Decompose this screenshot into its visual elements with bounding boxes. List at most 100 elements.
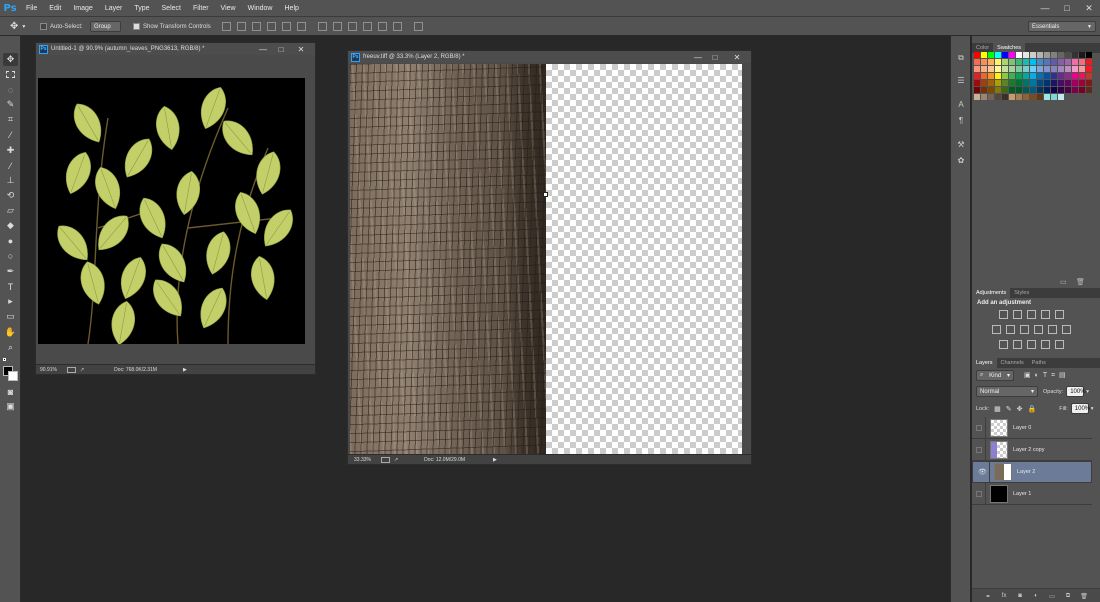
distribute-left-icon[interactable]: [363, 22, 372, 31]
paragraph-panel-icon[interactable]: ¶: [955, 114, 967, 126]
swatch[interactable]: [995, 80, 1001, 86]
swatch[interactable]: [988, 80, 994, 86]
swatch[interactable]: [1079, 66, 1085, 72]
swatch[interactable]: [1030, 87, 1036, 93]
swatch[interactable]: [1023, 94, 1029, 100]
swatch[interactable]: [1086, 52, 1092, 58]
swatch[interactable]: [1051, 52, 1057, 58]
menu-help[interactable]: Help: [279, 5, 305, 12]
swatch[interactable]: [1058, 80, 1064, 86]
swatch[interactable]: [995, 73, 1001, 79]
swatch[interactable]: [1016, 73, 1022, 79]
quick-mask-icon[interactable]: ◙: [3, 385, 18, 398]
hand-tool-icon[interactable]: ✋: [3, 326, 18, 339]
swatch[interactable]: [1086, 66, 1092, 72]
brush-tool-icon[interactable]: ⁄: [3, 159, 18, 172]
menu-layer[interactable]: Layer: [99, 5, 129, 12]
fill-field[interactable]: 100%: [1070, 403, 1090, 414]
swatch[interactable]: [1037, 52, 1043, 58]
chevron-down-icon[interactable]: ▾: [1086, 389, 1089, 395]
move-tool-icon[interactable]: ✥: [3, 53, 18, 66]
swatch[interactable]: [988, 94, 994, 100]
doc-close-button[interactable]: ✕: [294, 43, 308, 55]
swatch[interactable]: [1002, 94, 1008, 100]
swatch[interactable]: [1058, 73, 1064, 79]
channel-mixer-icon[interactable]: [1048, 325, 1057, 334]
visibility-eye-icon[interactable]: [972, 438, 986, 461]
swatch[interactable]: [1030, 73, 1036, 79]
swatch[interactable]: [1037, 66, 1043, 72]
layer-style-icon[interactable]: fx: [1000, 592, 1008, 600]
swatch[interactable]: [1079, 59, 1085, 65]
swatch[interactable]: [1009, 94, 1015, 100]
swatch[interactable]: [1051, 73, 1057, 79]
swatch[interactable]: [1037, 59, 1043, 65]
invert-icon[interactable]: [999, 340, 1008, 349]
hue-saturation-icon[interactable]: [992, 325, 1001, 334]
menu-type[interactable]: Type: [128, 5, 155, 12]
swatch[interactable]: [1051, 80, 1057, 86]
swatch[interactable]: [1072, 87, 1078, 93]
tool-presets-icon[interactable]: ⚒: [955, 138, 967, 150]
tab-paths[interactable]: Paths: [1028, 358, 1050, 368]
swatch[interactable]: [1002, 87, 1008, 93]
history-panel-icon[interactable]: ⧉: [955, 52, 967, 64]
swatch[interactable]: [1065, 80, 1071, 86]
swatch[interactable]: [988, 52, 994, 58]
swatch[interactable]: [1072, 73, 1078, 79]
swatch[interactable]: [981, 52, 987, 58]
swatch[interactable]: [1009, 73, 1015, 79]
swatch[interactable]: [974, 73, 980, 79]
swatch[interactable]: [1023, 66, 1029, 72]
selective-color-icon[interactable]: [1055, 340, 1064, 349]
auto-select-checkbox[interactable]: Auto-Select:: [40, 20, 83, 33]
auto-select-dropdown[interactable]: Group: [90, 21, 121, 32]
swatch[interactable]: [1086, 80, 1092, 86]
swatch[interactable]: [1016, 59, 1022, 65]
swatch[interactable]: [974, 87, 980, 93]
share-icon[interactable]: ↗: [394, 457, 398, 463]
brightness-contrast-icon[interactable]: [999, 310, 1008, 319]
swatch[interactable]: [995, 59, 1001, 65]
trash-icon[interactable]: 🗑: [1076, 278, 1085, 286]
swatch[interactable]: [1044, 94, 1050, 100]
doc-minimize-button[interactable]: —: [256, 43, 270, 55]
swatch[interactable]: [974, 66, 980, 72]
swatch[interactable]: [1002, 52, 1008, 58]
swatch[interactable]: [1002, 59, 1008, 65]
visibility-eye-icon[interactable]: [972, 416, 986, 439]
swatch[interactable]: [1044, 52, 1050, 58]
character-panel-icon[interactable]: A: [955, 98, 967, 110]
swatch[interactable]: [1009, 66, 1015, 72]
lock-icons[interactable]: ▦✎✥🔒: [994, 405, 1041, 413]
swatch[interactable]: [988, 87, 994, 93]
posterize-icon[interactable]: [1013, 340, 1022, 349]
swatch[interactable]: [1023, 59, 1029, 65]
clone-stamp-tool-icon[interactable]: ⊥: [3, 174, 18, 187]
swatch[interactable]: [974, 52, 980, 58]
swatch[interactable]: [1044, 80, 1050, 86]
swatch[interactable]: [1016, 87, 1022, 93]
swatch[interactable]: [1079, 52, 1085, 58]
distribute-vcenter-icon[interactable]: [333, 22, 342, 31]
zoom-level[interactable]: 90.91%: [40, 367, 57, 373]
rectangle-tool-icon[interactable]: ▭: [3, 310, 18, 323]
zoom-level[interactable]: 33.33%: [354, 457, 371, 463]
dodge-tool-icon[interactable]: ○: [3, 249, 18, 262]
paint-bucket-tool-icon[interactable]: ◆: [3, 219, 18, 232]
black-white-icon[interactable]: [1020, 325, 1029, 334]
swatch[interactable]: [981, 66, 987, 72]
swatch[interactable]: [1051, 87, 1057, 93]
swatch[interactable]: [1079, 87, 1085, 93]
path-select-tool-icon[interactable]: ▸: [3, 295, 18, 308]
menu-edit[interactable]: Edit: [43, 5, 67, 12]
canvas-bark[interactable]: [350, 64, 742, 456]
status-menu-arrow-icon[interactable]: ▶: [493, 457, 497, 463]
swatch[interactable]: [1086, 87, 1092, 93]
swatch[interactable]: [1030, 94, 1036, 100]
menu-file[interactable]: File: [20, 5, 43, 12]
swatch[interactable]: [1072, 59, 1078, 65]
align-vcenter-icon[interactable]: [237, 22, 246, 31]
tab-adjustments[interactable]: Adjustments: [972, 288, 1011, 298]
export-icon[interactable]: [66, 366, 76, 373]
